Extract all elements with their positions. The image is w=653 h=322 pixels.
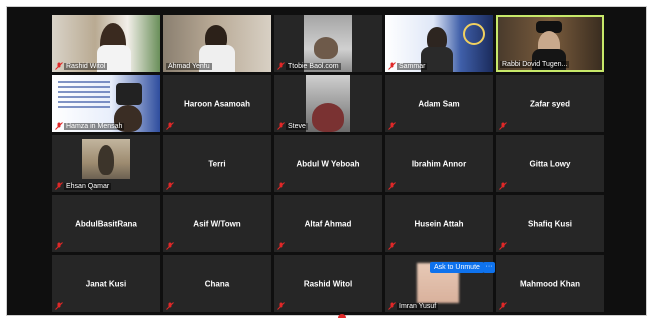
participant-name: Ttobie Baol.com: [286, 63, 341, 70]
muted-mic-icon: [166, 242, 174, 250]
muted-mic-icon: [277, 242, 285, 250]
participant-name: Rashid Witol: [64, 63, 108, 70]
muted-mic-icon: [388, 242, 396, 250]
participant-tile[interactable]: Hamza in Mensah: [52, 75, 160, 132]
participant-tile[interactable]: AbdulBasitRana: [52, 195, 160, 252]
muted-mic-icon: [166, 302, 174, 310]
muted-mic-icon: [499, 302, 507, 310]
participant-tile[interactable]: Mahmood Khan: [496, 255, 604, 312]
person-silhouette: [98, 145, 114, 175]
participant-tile[interactable]: Zafar syed: [496, 75, 604, 132]
muted-mic-icon: [388, 182, 396, 190]
participant-tile[interactable]: Rashid Witol: [52, 15, 160, 72]
muted-mic-icon: [277, 302, 285, 310]
participant-tile[interactable]: Gitta Lowy: [496, 135, 604, 192]
participant-grid: Rashid Witol Ahmad Yenfu Ttobie Baol.com: [52, 15, 604, 312]
participant-name: Janat Kusi: [85, 279, 127, 288]
participant-name: Zafar syed: [529, 99, 571, 108]
participant-name: Husein Attah: [414, 219, 464, 228]
muted-mic-icon: [55, 62, 63, 70]
participant-name: Abdul W Yeboah: [296, 159, 360, 168]
muted-mic-icon: [499, 122, 507, 130]
participant-name: Gitta Lowy: [529, 159, 571, 168]
muted-mic-icon: [55, 242, 63, 250]
crescent-symbol-icon: [463, 23, 485, 45]
ask-to-unmute-button[interactable]: Ask to Unmute: [430, 262, 484, 273]
participant-name: Rabbi Dovid Tugen...: [500, 61, 570, 68]
participant-name: Hamza in Mensah: [64, 123, 125, 130]
muted-mic-icon: [388, 122, 396, 130]
participant-tile[interactable]: Janat Kusi: [52, 255, 160, 312]
muted-mic-icon: [499, 242, 507, 250]
participant-tile[interactable]: Ttobie Baol.com: [274, 15, 382, 72]
participant-tile[interactable]: Adam Sam: [385, 75, 493, 132]
muted-mic-icon: [499, 182, 507, 190]
participant-tile[interactable]: Altaf Ahmad: [274, 195, 382, 252]
participant-tile[interactable]: Abdul W Yeboah: [274, 135, 382, 192]
muted-mic-icon: [388, 302, 396, 310]
participant-tile[interactable]: Shafiq Kusi: [496, 195, 604, 252]
participant-name: Rashid Witol: [303, 279, 353, 288]
participant-name: Ahmad Yenfu: [166, 63, 212, 70]
participant-name: Ehsan Qamar: [64, 183, 112, 190]
muted-mic-icon: [388, 62, 396, 70]
meeting-window: Rashid Witol Ahmad Yenfu Ttobie Baol.com: [6, 6, 647, 316]
muted-mic-icon: [55, 122, 63, 130]
muted-mic-icon: [277, 62, 285, 70]
participant-tile[interactable]: Asif W/Town: [163, 195, 271, 252]
participant-tile[interactable]: Sammar: [385, 15, 493, 72]
participant-tile[interactable]: Husein Attah: [385, 195, 493, 252]
muted-mic-icon: [55, 302, 63, 310]
muted-mic-icon: [166, 122, 174, 130]
participant-name: Mahmood Khan: [520, 279, 580, 288]
participant-tile[interactable]: Haroon Asamoah: [163, 75, 271, 132]
participant-tile[interactable]: Steve: [274, 75, 382, 132]
slide-text-lines: [58, 81, 110, 111]
muted-mic-icon: [55, 182, 63, 190]
participant-tile[interactable]: Chana: [163, 255, 271, 312]
more-options-button[interactable]: ···: [483, 262, 495, 273]
participant-name: Shafiq Kusi: [527, 219, 572, 228]
participant-tile[interactable]: Ibrahim Annor: [385, 135, 493, 192]
participant-tile[interactable]: Ahmad Yenfu: [163, 15, 271, 72]
toolbar-indicator: [338, 314, 346, 318]
participant-tile-active-speaker[interactable]: Rabbi Dovid Tugen...: [496, 15, 604, 72]
muted-mic-icon: [277, 182, 285, 190]
slide-image: [116, 83, 142, 105]
participant-name: Chana: [204, 279, 230, 288]
person-silhouette: [314, 37, 338, 59]
participant-name: Terri: [208, 159, 226, 168]
participant-name: Asif W/Town: [193, 219, 241, 228]
participant-name: Adam Sam: [418, 99, 460, 108]
muted-mic-icon: [166, 182, 174, 190]
participant-name: Sammar: [397, 63, 428, 70]
person-silhouette: [312, 103, 344, 132]
participant-name: Steve: [286, 123, 308, 130]
muted-mic-icon: [277, 122, 285, 130]
participant-name: Haroon Asamoah: [184, 99, 250, 108]
participant-name: Ibrahim Annor: [411, 159, 467, 168]
participant-name: AbdulBasitRana: [75, 219, 137, 228]
participant-tile[interactable]: Terri: [163, 135, 271, 192]
participant-tile[interactable]: Ehsan Qamar: [52, 135, 160, 192]
participant-name: Altaf Ahmad: [304, 219, 352, 228]
participant-tile[interactable]: Rashid Witol: [274, 255, 382, 312]
participant-name: Imran Yusuf: [397, 303, 439, 310]
